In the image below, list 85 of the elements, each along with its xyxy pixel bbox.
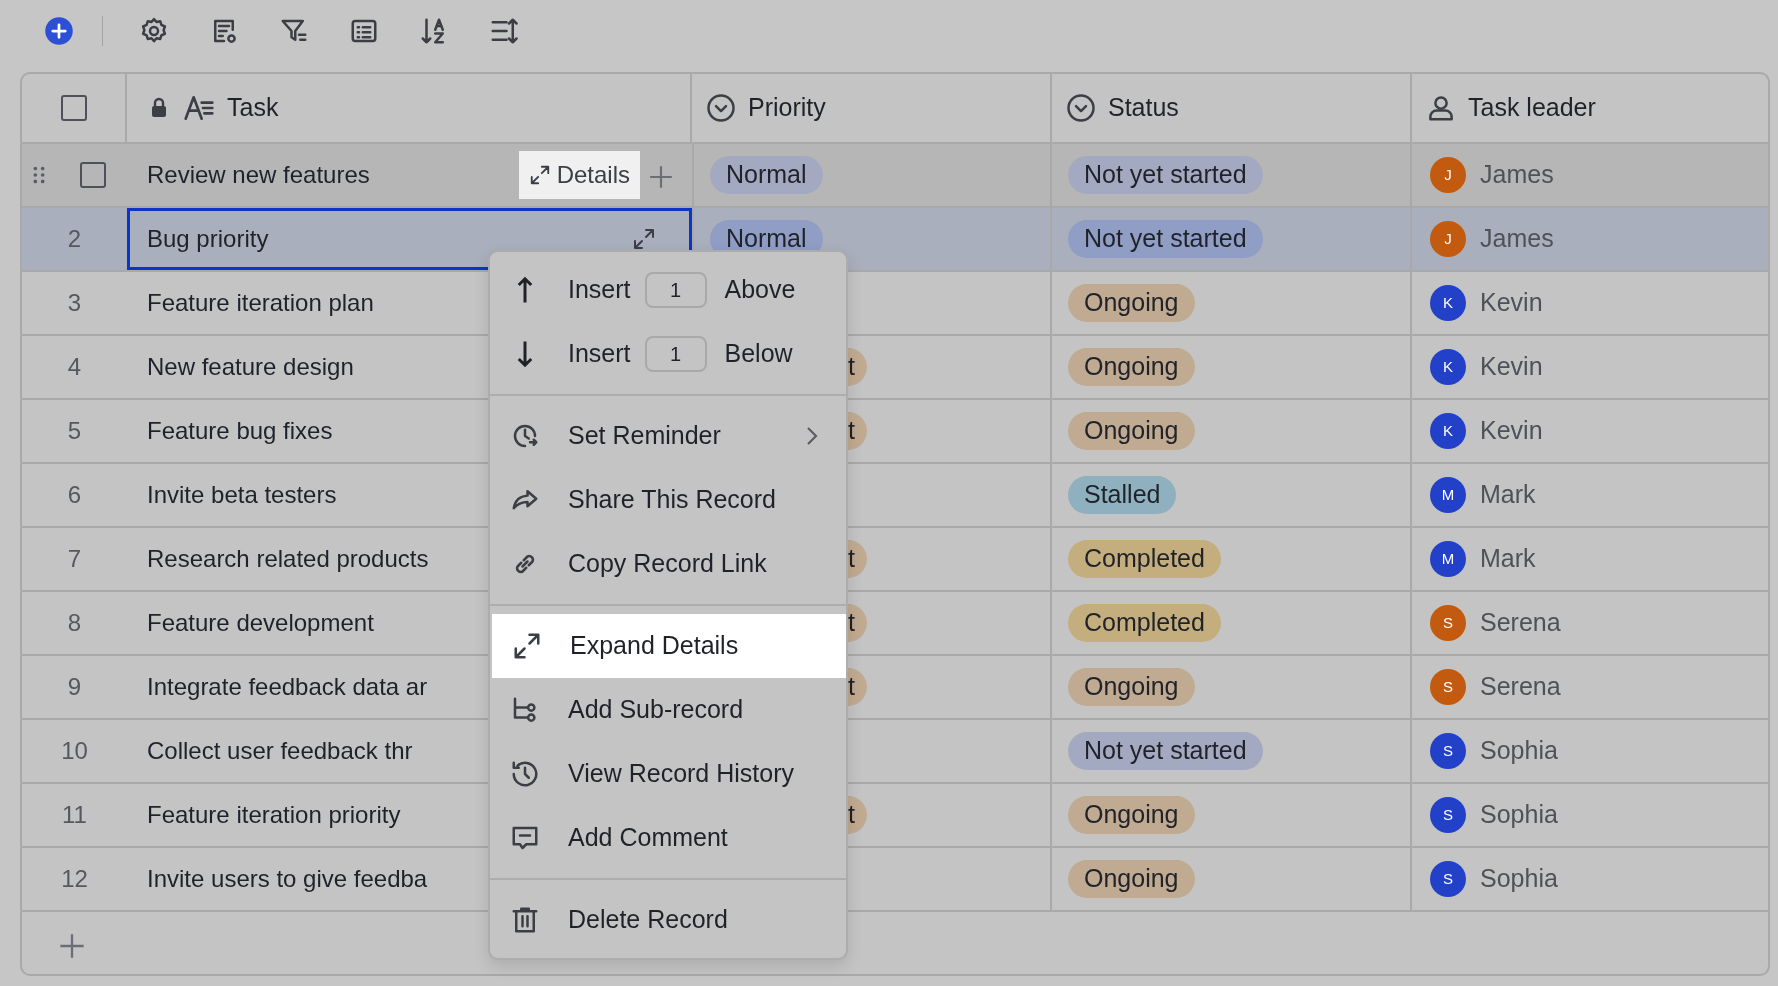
row-number: 6: [67, 480, 82, 510]
task-name: Research related products: [147, 544, 429, 574]
person-name: Serena: [1480, 607, 1561, 639]
person-name: Kevin: [1480, 287, 1543, 319]
avatar: K: [1430, 413, 1466, 449]
menu-item[interactable]: Delete Record: [490, 888, 846, 952]
status-tag: Not yet started: [1068, 156, 1263, 194]
task-name: Bug priority: [147, 224, 269, 254]
menu-item[interactable]: Expand Details: [492, 614, 846, 678]
task-name: Invite beta testers: [147, 480, 337, 510]
person-name: Sophia: [1480, 735, 1558, 767]
avatar: J: [1430, 157, 1466, 193]
expand-icon: [512, 631, 542, 661]
task-name: Feature iteration plan: [147, 288, 374, 318]
task-name: Feature iteration priority: [147, 800, 401, 830]
status-tag: Ongoing: [1068, 668, 1195, 706]
avatar: K: [1430, 349, 1466, 385]
person-name: Kevin: [1480, 351, 1543, 383]
plus-icon: [44, 16, 74, 46]
avatar: S: [1430, 605, 1466, 641]
person-field-icon: [1426, 93, 1456, 123]
avatar: M: [1430, 477, 1466, 513]
menu-item[interactable]: Insert 1 Above: [490, 258, 846, 322]
expand-icon: [632, 227, 656, 251]
avatar: S: [1430, 733, 1466, 769]
status-tag: Ongoing: [1068, 348, 1195, 386]
status-tag: Completed: [1068, 604, 1221, 642]
details-button[interactable]: Details: [518, 151, 640, 199]
status-tag: Not yet started: [1068, 732, 1263, 770]
column-header[interactable]: Priority: [748, 89, 826, 127]
task-name: Collect user feedback thr: [147, 736, 413, 766]
status-tag: Stalled: [1068, 476, 1177, 514]
task-name: Feature development: [147, 608, 374, 638]
task-name: Review new features: [147, 160, 370, 190]
status-tag: Ongoing: [1068, 796, 1195, 834]
task-name: Invite users to give feedba: [147, 864, 428, 894]
person-name: Mark: [1480, 479, 1536, 511]
count-field[interactable]: 1: [644, 272, 707, 308]
row-number: 11: [62, 800, 87, 830]
task-name: New feature design: [147, 352, 354, 382]
row-number: 9: [67, 672, 82, 702]
plus-icon: [648, 163, 674, 190]
row-height-icon: [489, 16, 519, 46]
row-number: 2: [67, 224, 82, 254]
column-header[interactable]: Task: [227, 89, 279, 127]
avatar: S: [1430, 797, 1466, 833]
status-tag: Completed: [1068, 540, 1221, 578]
column-header[interactable]: Status: [1108, 89, 1179, 127]
person-name: Sophia: [1480, 799, 1558, 831]
status-tag: Ongoing: [1068, 284, 1195, 322]
dropdown-field-icon: [1066, 93, 1096, 123]
row-number: 5: [67, 416, 82, 446]
person-name: James: [1480, 159, 1554, 191]
person-name: Sophia: [1480, 863, 1558, 895]
task-name: Feature bug fixes: [147, 416, 333, 446]
row-number: 4: [67, 352, 82, 382]
row-checkbox[interactable]: [79, 162, 106, 188]
person-name: Mark: [1480, 543, 1536, 575]
task-name: Integrate feedback data ar: [147, 672, 428, 702]
expand-icon: [528, 164, 551, 186]
menu-item[interactable]: Share This Record: [490, 468, 846, 532]
row-number: 12: [61, 864, 88, 894]
person-name: Serena: [1480, 671, 1561, 703]
avatar: S: [1430, 669, 1466, 705]
count-field[interactable]: 1: [644, 336, 707, 372]
avatar: K: [1430, 285, 1466, 321]
person-name: James: [1480, 223, 1554, 255]
priority-tag: Normal: [710, 156, 823, 194]
status-tag: Ongoing: [1068, 412, 1195, 450]
avatar: J: [1430, 221, 1466, 257]
dropdown-field-icon: [706, 93, 736, 123]
person-name: Kevin: [1480, 415, 1543, 447]
avatar: S: [1430, 861, 1466, 897]
row-number: 7: [67, 544, 82, 574]
history-icon: [510, 759, 540, 789]
row-number: 8: [67, 608, 82, 638]
status-tag: Not yet started: [1068, 220, 1263, 258]
plus-icon: [58, 931, 86, 960]
row-number: 10: [61, 736, 88, 766]
status-tag: Ongoing: [1068, 860, 1195, 898]
trash-icon: [510, 905, 540, 935]
select-all-checkbox[interactable]: [60, 95, 87, 121]
column-header[interactable]: Task leader: [1468, 89, 1596, 127]
row-number: 3: [67, 288, 82, 318]
avatar: M: [1430, 541, 1466, 577]
